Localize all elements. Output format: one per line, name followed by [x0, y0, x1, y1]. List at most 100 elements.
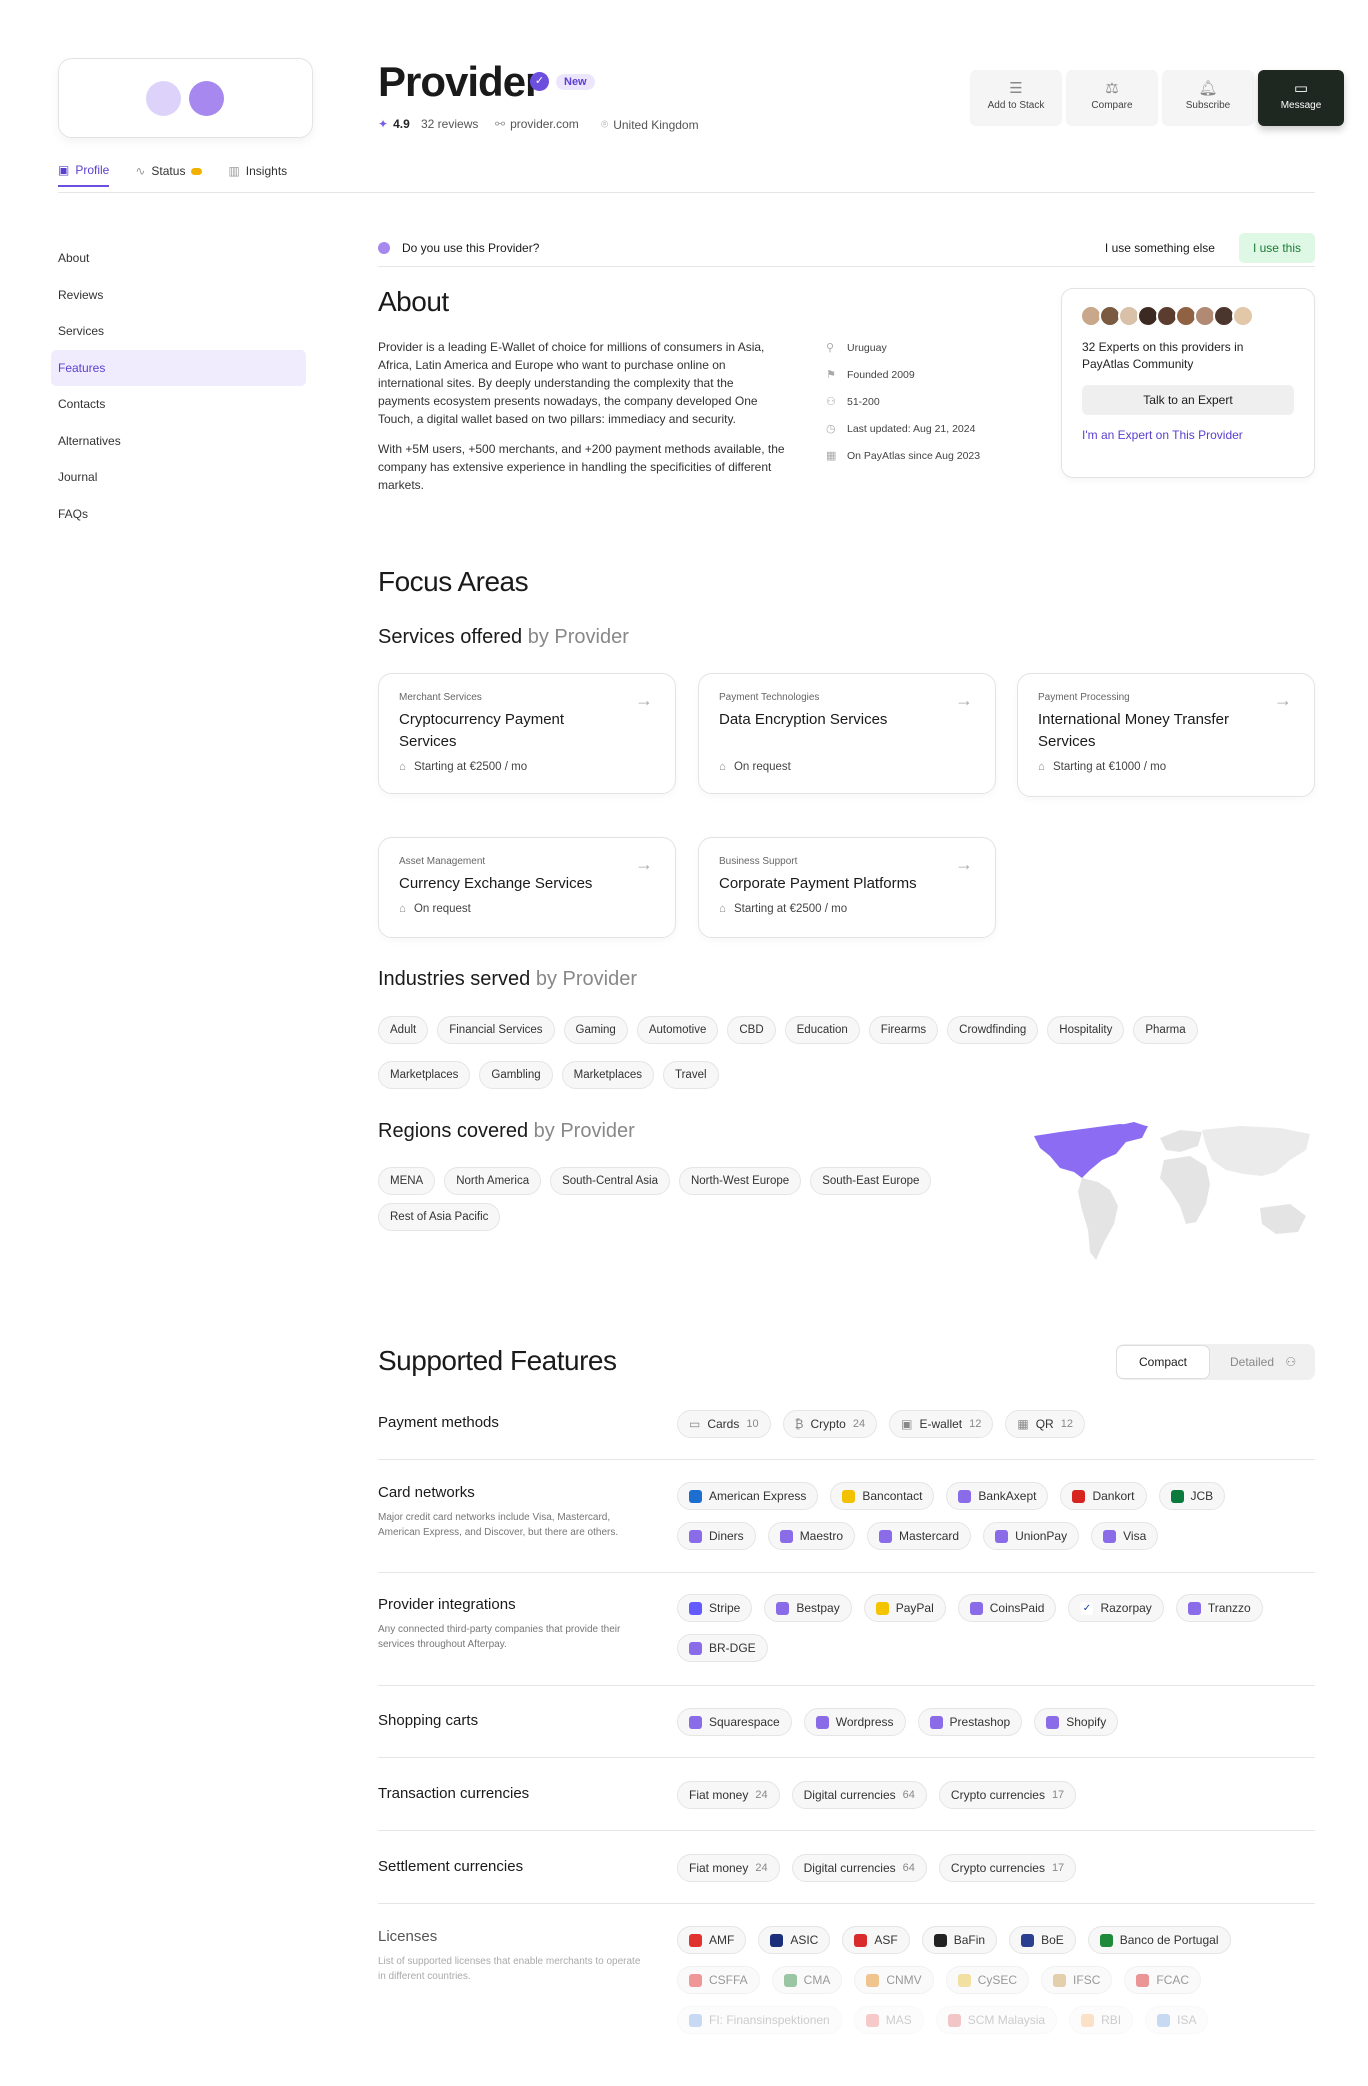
tag-icon: ⌂ — [1038, 761, 1045, 773]
region-chip[interactable]: North America — [444, 1167, 542, 1195]
currency-chip[interactable]: Crypto currencies 17 — [938, 1781, 1077, 1809]
cart-chip[interactable]: Shopify — [1034, 1708, 1119, 1736]
integration-chip[interactable]: ✓ Razorpay — [1068, 1594, 1164, 1622]
tab-insights[interactable]: ▥ Insights — [228, 163, 287, 187]
integration-chip[interactable]: Bestpay — [764, 1594, 852, 1622]
industry-chip[interactable]: Travel — [663, 1061, 719, 1089]
im-expert-link[interactable]: I'm an Expert on This Provider — [1082, 428, 1294, 442]
currency-chip[interactable]: Fiat money 24 — [677, 1781, 780, 1809]
integration-chip[interactable]: Stripe — [677, 1594, 753, 1622]
integration-chip[interactable]: CoinsPaid — [957, 1594, 1057, 1622]
industry-chip[interactable]: Automotive — [636, 1016, 719, 1044]
card-network-chip[interactable]: Maestro — [767, 1522, 856, 1550]
license-chip[interactable]: FI: Finansinspektionen — [677, 2006, 842, 2034]
industry-chip[interactable]: Education — [784, 1016, 860, 1044]
integration-chip[interactable]: PayPal — [863, 1594, 946, 1622]
payment-method-chip[interactable]: ▭ Cards 10 — [677, 1410, 771, 1438]
currency-chip[interactable]: Crypto currencies 17 — [938, 1854, 1077, 1882]
card-network-chip[interactable]: Diners — [677, 1522, 756, 1550]
cart-chip[interactable]: Prestashop — [917, 1708, 1023, 1736]
tab-status[interactable]: ∿ Status — [135, 163, 203, 187]
sidebar-item-services[interactable]: Services — [58, 313, 306, 350]
license-chip[interactable]: CMA — [771, 1966, 843, 1994]
card-network-chip[interactable]: UnionPay — [983, 1522, 1080, 1550]
license-chip[interactable]: CySEC — [945, 1966, 1030, 1994]
message-button[interactable]: ▭ Message — [1258, 70, 1344, 126]
page-title: Provider — [378, 58, 541, 105]
tab-profile[interactable]: ▣ Profile — [58, 163, 110, 187]
use-this-button[interactable]: I use this — [1238, 233, 1315, 263]
service-card[interactable]: Asset Management Currency Exchange Servi… — [378, 837, 676, 938]
license-chip[interactable]: FCAC — [1124, 1966, 1202, 1994]
region-chip[interactable]: North-West Europe — [678, 1167, 802, 1195]
service-card[interactable]: Payment Processing International Money T… — [1017, 673, 1315, 797]
sidebar-item-contacts[interactable]: Contacts — [58, 386, 306, 423]
payment-method-chip[interactable]: ▣ E-wallet 12 — [889, 1410, 994, 1438]
industry-chip[interactable]: CBD — [727, 1016, 776, 1044]
cart-chip[interactable]: Wordpress — [803, 1708, 906, 1736]
industry-chip[interactable]: Gaming — [563, 1016, 628, 1044]
region-chip[interactable]: South-Central Asia — [550, 1167, 670, 1195]
sidebar-item-features[interactable]: Features — [51, 349, 306, 386]
talk-to-expert-button[interactable]: Talk to an Expert — [1082, 385, 1294, 415]
industry-chip[interactable]: Marketplaces — [378, 1061, 471, 1089]
service-card[interactable]: Business Support Corporate Payment Platf… — [698, 837, 996, 938]
compare-button[interactable]: ⚖ Compare — [1066, 70, 1158, 126]
sidebar-item-journal[interactable]: Journal — [58, 459, 306, 496]
sidebar-item-reviews[interactable]: Reviews — [58, 277, 306, 314]
card-network-chip[interactable]: American Express — [677, 1482, 819, 1510]
service-card[interactable]: Merchant Services Cryptocurrency Payment… — [378, 673, 676, 794]
industry-chip[interactable]: Adult — [378, 1016, 429, 1044]
card-network-chip[interactable]: JCB — [1158, 1482, 1226, 1510]
cart-chip[interactable]: Squarespace — [677, 1708, 792, 1736]
stripe-logo-icon — [689, 1601, 702, 1615]
license-chip[interactable]: Banco de Portugal — [1087, 1926, 1231, 1954]
industry-chip[interactable]: Financial Services — [437, 1016, 555, 1044]
license-chip[interactable]: RBI — [1069, 2006, 1134, 2034]
amex-logo-icon — [689, 1489, 702, 1503]
sidebar-item-faqs[interactable]: FAQs — [58, 496, 306, 533]
card-network-chip[interactable]: Dankort — [1060, 1482, 1147, 1510]
industry-chip[interactable]: Firearms — [868, 1016, 939, 1044]
industry-chip[interactable]: Gambling — [479, 1061, 553, 1089]
industry-chip[interactable]: Marketplaces — [561, 1061, 654, 1089]
add-to-stack-button[interactable]: ☰ Add to Stack — [970, 70, 1062, 126]
license-chip[interactable]: BaFin — [921, 1926, 998, 1954]
region-chip[interactable]: MENA — [378, 1167, 436, 1195]
license-chip[interactable]: ASF — [842, 1926, 910, 1954]
integration-chip[interactable]: BR-DGE — [677, 1634, 768, 1662]
website-link[interactable]: ⚯ provider.com — [495, 117, 579, 131]
currency-chip[interactable]: Digital currencies 64 — [791, 1854, 927, 1882]
use-else-button[interactable]: I use something else — [1105, 241, 1215, 255]
industry-chip[interactable]: Crowdfinding — [947, 1016, 1039, 1044]
region-chip[interactable]: South-East Europe — [810, 1167, 932, 1195]
license-chip[interactable]: CNMV — [854, 1966, 934, 1994]
card-network-chip[interactable]: Mastercard — [867, 1522, 972, 1550]
reviews-link[interactable]: 32 reviews — [421, 117, 478, 131]
detailed-toggle[interactable]: Detailed ⚇ — [1230, 1355, 1296, 1369]
license-chip[interactable]: ISA — [1145, 2006, 1209, 2034]
industry-chip[interactable]: Hospitality — [1047, 1016, 1125, 1044]
license-chip[interactable]: MAS — [853, 2006, 924, 2034]
license-chip[interactable]: AMF — [677, 1926, 747, 1954]
currency-chip[interactable]: Digital currencies 64 — [791, 1781, 927, 1809]
subscribe-button[interactable]: 🔔︎ Subscribe — [1162, 70, 1254, 126]
payment-method-chip[interactable]: ▦ QR 12 — [1005, 1410, 1085, 1438]
sidebar-item-alternatives[interactable]: Alternatives — [58, 423, 306, 460]
region-chip[interactable]: Rest of Asia Pacific — [378, 1203, 501, 1231]
card-network-chip[interactable]: BankAxept — [946, 1482, 1049, 1510]
license-chip[interactable]: CSFFA — [677, 1966, 760, 1994]
compact-toggle[interactable]: Compact — [1116, 1345, 1210, 1379]
license-chip[interactable]: BoE — [1009, 1926, 1076, 1954]
card-network-chip[interactable]: Bancontact — [830, 1482, 935, 1510]
currency-chip[interactable]: Fiat money 24 — [677, 1854, 780, 1882]
card-network-chip[interactable]: Visa — [1091, 1522, 1159, 1550]
service-card[interactable]: Payment Technologies Data Encryption Ser… — [698, 673, 996, 794]
sidebar-item-about[interactable]: About — [58, 240, 306, 277]
license-chip[interactable]: SCM Malaysia — [935, 2006, 1058, 2034]
industry-chip[interactable]: Pharma — [1133, 1016, 1198, 1044]
license-chip[interactable]: IFSC — [1041, 1966, 1113, 1994]
integration-chip[interactable]: Tranzzo — [1175, 1594, 1263, 1622]
license-chip[interactable]: ASIC — [758, 1926, 831, 1954]
payment-method-chip[interactable]: ₿ Crypto 24 — [782, 1410, 878, 1438]
